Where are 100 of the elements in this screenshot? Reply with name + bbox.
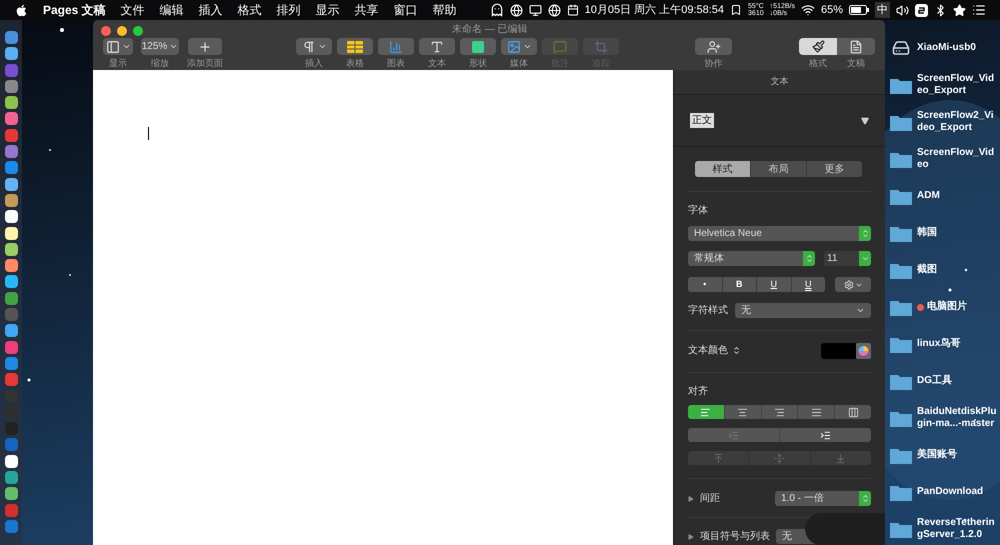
file-name[interactable]: ScreenFlow_Video_Export	[917, 73, 997, 97]
menu-item[interactable]: 排列	[276, 1, 301, 19]
dropdown-triangle-icon[interactable]	[861, 116, 869, 124]
underline-button[interactable]: U	[757, 277, 792, 292]
menu-item[interactable]: 帮助	[432, 1, 457, 19]
section-label: 字体	[688, 204, 709, 218]
file-name[interactable]: ScreenFlow_Video	[917, 147, 997, 171]
bullet-button[interactable]: •	[688, 277, 722, 292]
menu-item[interactable]: 插入	[198, 1, 223, 19]
menu-item[interactable]: 显示	[316, 1, 340, 19]
ghost-icon[interactable]	[490, 3, 504, 17]
file-name[interactable]: 美国账号	[917, 449, 997, 461]
minimize-button[interactable]	[117, 26, 127, 36]
stepper-icon[interactable]	[732, 346, 741, 355]
volume-icon[interactable]	[896, 4, 909, 16]
chart-button[interactable]	[378, 38, 414, 55]
app-icon[interactable]	[4, 210, 18, 224]
menu-item[interactable]: 格式	[238, 1, 262, 19]
font-size-field[interactable]: 11	[824, 251, 871, 266]
file-name[interactable]: DG工具	[917, 375, 997, 387]
view-button[interactable]	[103, 38, 133, 55]
text-button[interactable]	[419, 38, 455, 55]
zoom-button[interactable]: 125%	[141, 38, 179, 55]
menu-item[interactable]: 文件	[120, 1, 145, 19]
typeface-select[interactable]: 常规体	[688, 251, 815, 266]
apple-icon[interactable]	[15, 4, 28, 16]
document-tab[interactable]	[837, 38, 875, 55]
paragraph-style[interactable]: 正文	[690, 113, 714, 128]
sidebar-tab[interactable]: 布局	[751, 161, 807, 177]
app-icon[interactable]	[4, 226, 18, 240]
app-icon[interactable]	[4, 178, 18, 191]
app-status-icon[interactable]	[915, 4, 928, 16]
menu-item[interactable]: 窗口	[394, 1, 418, 19]
shape-button[interactable]	[460, 38, 496, 55]
globe-icon[interactable]	[548, 4, 561, 16]
toolbar-label: 媒体	[510, 58, 528, 68]
app-icon[interactable]	[4, 242, 18, 256]
text-icon	[430, 40, 444, 54]
chevron-down-icon	[522, 42, 532, 51]
table-button[interactable]	[337, 38, 373, 55]
app-icon[interactable]	[4, 275, 18, 288]
alignment-button[interactable]	[688, 405, 725, 419]
add-page-button[interactable]	[188, 38, 222, 55]
app-icon[interactable]	[4, 96, 18, 110]
file-name[interactable]: XiaoMi-usb0	[917, 42, 997, 54]
wifi-icon[interactable]	[800, 3, 815, 17]
bold-button[interactable]: B	[722, 277, 757, 292]
color-well[interactable]	[821, 342, 856, 358]
file-name[interactable]: ADM	[917, 190, 997, 202]
menu-item[interactable]: 共享	[354, 1, 379, 19]
toolbar-label: 协作	[704, 58, 722, 68]
insert-button[interactable]	[296, 38, 332, 55]
file-name[interactable]: 电脑图片	[927, 301, 1000, 313]
app-menu[interactable]: Pages 文稿	[43, 1, 106, 19]
close-button[interactable]	[101, 26, 111, 36]
clock[interactable]: 10月05日 周六 上午09:58:54	[584, 2, 724, 18]
file-name[interactable]: ReverseTetheringServer_1.2.0	[917, 517, 997, 541]
file-name[interactable]: ScreenFlow2_Video_Export	[917, 110, 997, 134]
double-underline-button[interactable]: U	[792, 277, 825, 292]
list-icon[interactable]	[972, 3, 986, 17]
bluetooth-icon[interactable]	[934, 4, 947, 16]
justify-icon	[810, 406, 822, 418]
globe-icon[interactable]	[510, 4, 523, 16]
app-icon[interactable]	[4, 454, 18, 468]
disclosure-triangle-icon[interactable]	[688, 496, 694, 502]
drive-icon[interactable]	[890, 39, 912, 57]
align-middle-icon	[774, 452, 785, 464]
app-icon[interactable]	[4, 194, 18, 207]
font-select[interactable]: Helvetica Neue	[688, 226, 871, 241]
format-tab[interactable]	[799, 38, 837, 55]
toolbar-label: 插入	[305, 58, 323, 68]
sidebar-tab[interactable]: 样式	[695, 161, 751, 177]
file-name[interactable]: BaiduNetdiskPlugin-ma...-master	[917, 406, 997, 430]
battery-icon[interactable]	[849, 5, 869, 15]
person-plus-icon	[706, 40, 720, 54]
media-button[interactable]	[501, 38, 537, 55]
file-name[interactable]: PanDownload	[917, 486, 997, 498]
file-name[interactable]: 截图	[917, 264, 997, 276]
spacing-select[interactable]: 1.0 - 一倍	[775, 491, 871, 506]
text-options-button[interactable]	[835, 277, 871, 292]
bookmark-icon[interactable]	[730, 4, 742, 16]
collaborate-button[interactable]	[695, 38, 732, 55]
app-icon[interactable]	[4, 47, 18, 60]
monitor-icon[interactable]	[528, 4, 542, 16]
disclosure-triangle-icon[interactable]	[688, 534, 694, 540]
app-icon[interactable]	[4, 259, 18, 272]
calendar-icon[interactable]	[566, 4, 579, 16]
sidebar-tab[interactable]: 更多	[807, 161, 862, 177]
star-icon[interactable]	[953, 4, 966, 16]
text-cursor	[148, 127, 149, 140]
field-label: 文本颜色	[688, 344, 728, 358]
zoom-button[interactable]	[133, 26, 143, 36]
input-method[interactable]: 中	[875, 2, 890, 18]
menu-item[interactable]: 编辑	[160, 1, 184, 19]
file-name[interactable]: 韩国	[917, 227, 997, 239]
chevron-down-icon	[860, 254, 870, 263]
color-wheel-icon[interactable]	[856, 342, 871, 358]
file-name[interactable]: linux鸟哥	[917, 338, 997, 350]
stepper-icon	[860, 494, 870, 503]
character-style-select[interactable]: 无	[735, 303, 871, 318]
